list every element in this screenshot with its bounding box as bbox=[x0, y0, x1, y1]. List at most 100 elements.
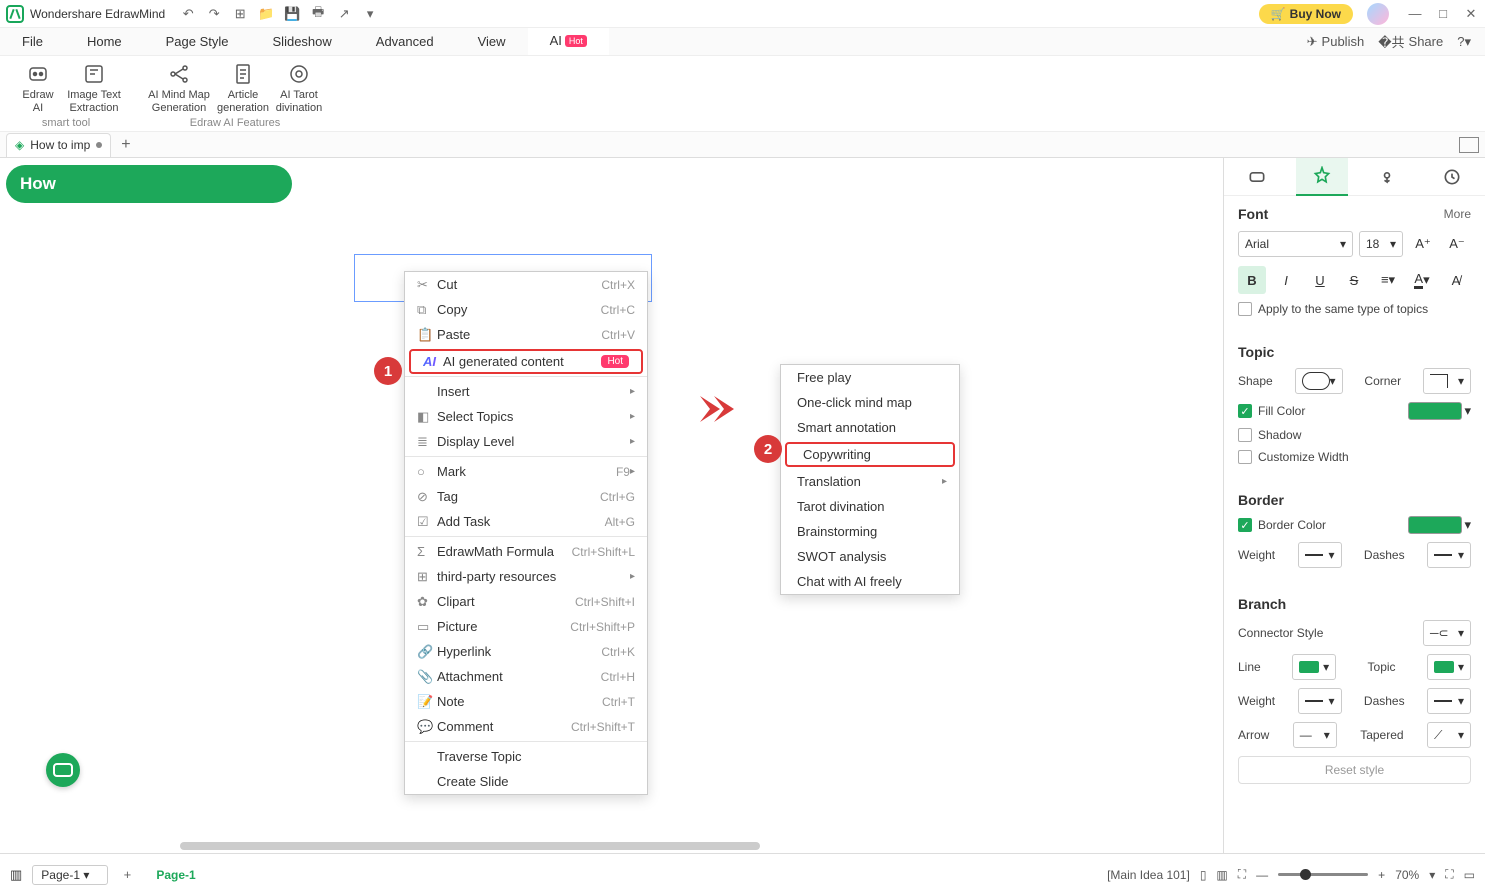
outline-toggle-icon[interactable]: ▥ bbox=[10, 867, 22, 883]
ctx-item[interactable]: ✿ClipartCtrl+Shift+I bbox=[405, 589, 647, 614]
redo-icon[interactable]: ↷ bbox=[205, 5, 223, 23]
undo-icon[interactable]: ↶ bbox=[179, 5, 197, 23]
border-dashes-select[interactable]: ▾ bbox=[1427, 542, 1471, 568]
help-fab-button[interactable] bbox=[46, 753, 80, 787]
menu-file[interactable]: File bbox=[0, 28, 65, 55]
fill-color-dropdown[interactable]: ▾ bbox=[1464, 403, 1471, 419]
canvas[interactable]: How ✂CutCtrl+X⧉CopyCtrl+C📋PasteCtrl+VAIA… bbox=[0, 158, 1223, 853]
open-icon[interactable]: 📁 bbox=[257, 5, 275, 23]
topic-color-select[interactable]: ▾ bbox=[1427, 654, 1471, 680]
ctx-item[interactable]: Create Slide bbox=[405, 769, 647, 794]
document-tab[interactable]: ◈ How to imp bbox=[6, 133, 111, 157]
article-gen-button[interactable]: Article generation bbox=[215, 62, 271, 115]
image-text-extraction-button[interactable]: Image Text Extraction bbox=[66, 62, 122, 115]
bold-button[interactable]: B bbox=[1238, 266, 1266, 294]
ai-submenu-item[interactable]: Tarot divination bbox=[781, 494, 959, 519]
ai-submenu-item[interactable]: One-click mind map bbox=[781, 390, 959, 415]
new-icon[interactable]: ⊞ bbox=[231, 5, 249, 23]
share-button[interactable]: �共Share bbox=[1378, 32, 1443, 51]
publish-button[interactable]: ✈Publish bbox=[1307, 34, 1365, 50]
ctx-item[interactable]: Insert▸ bbox=[405, 379, 647, 404]
menu-home[interactable]: Home bbox=[65, 28, 144, 55]
panel-tab-layout[interactable] bbox=[1231, 158, 1283, 196]
menu-advanced[interactable]: Advanced bbox=[354, 28, 456, 55]
ctx-item[interactable]: ○MarkF9▸ bbox=[405, 459, 647, 484]
ctx-item[interactable]: ⊞third-party resources▸ bbox=[405, 564, 647, 589]
menu-page-style[interactable]: Page Style bbox=[144, 28, 251, 55]
zoom-slider[interactable] bbox=[1278, 873, 1368, 876]
main-topic-node[interactable]: How bbox=[6, 165, 292, 203]
menu-ai[interactable]: AIHot bbox=[528, 28, 609, 55]
panel-tab-more[interactable] bbox=[1426, 158, 1478, 196]
ctx-item[interactable]: 💬CommentCtrl+Shift+T bbox=[405, 714, 647, 739]
minimize-button[interactable]: — bbox=[1407, 6, 1423, 22]
font-increase-button[interactable]: A⁺ bbox=[1409, 230, 1437, 258]
panel-tab-icon[interactable] bbox=[1361, 158, 1413, 196]
ctx-item[interactable]: ΣEdrawMath FormulaCtrl+Shift+L bbox=[405, 539, 647, 564]
connector-style-select[interactable]: ─⊂▾ bbox=[1423, 620, 1471, 646]
close-button[interactable]: ✕ bbox=[1463, 6, 1479, 22]
view-mode-3-icon[interactable]: ⛶ bbox=[1238, 867, 1246, 882]
ai-submenu-item[interactable]: Smart annotation bbox=[781, 415, 959, 440]
font-size-select[interactable]: 18▾ bbox=[1359, 231, 1403, 257]
font-decrease-button[interactable]: A⁻ bbox=[1443, 230, 1471, 258]
print-icon[interactable]: 🖶 bbox=[309, 5, 327, 23]
horizontal-scrollbar[interactable] bbox=[180, 842, 760, 850]
ai-submenu-item[interactable]: Translation▸ bbox=[781, 469, 959, 494]
ai-submenu-item[interactable]: SWOT analysis bbox=[781, 544, 959, 569]
custom-width-checkbox[interactable] bbox=[1238, 450, 1252, 464]
menu-slideshow[interactable]: Slideshow bbox=[251, 28, 354, 55]
fullscreen-icon[interactable]: ▭ bbox=[1464, 868, 1475, 882]
page-dropdown[interactable]: Page-1 ▾ bbox=[32, 865, 108, 885]
tarot-button[interactable]: AI Tarot divination bbox=[271, 62, 327, 115]
add-page-button[interactable]: + bbox=[116, 864, 138, 886]
border-color-dropdown[interactable]: ▾ bbox=[1464, 517, 1471, 533]
save-icon[interactable]: 💾 bbox=[283, 5, 301, 23]
branch-weight-select[interactable]: ▾ bbox=[1298, 688, 1342, 714]
zoom-in-button[interactable]: + bbox=[1378, 868, 1385, 882]
ctx-item[interactable]: 📋PasteCtrl+V bbox=[405, 322, 647, 347]
ctx-item[interactable]: ☑Add TaskAlt+G bbox=[405, 509, 647, 534]
fit-screen-icon[interactable]: ⛶ bbox=[1445, 867, 1453, 882]
border-weight-select[interactable]: ▾ bbox=[1298, 542, 1342, 568]
maximize-button[interactable]: □ bbox=[1435, 6, 1451, 22]
dropdown-icon[interactable]: ▾ bbox=[361, 5, 379, 23]
italic-button[interactable]: I bbox=[1272, 266, 1300, 294]
strike-button[interactable]: S bbox=[1340, 266, 1368, 294]
ctx-item[interactable]: 📎AttachmentCtrl+H bbox=[405, 664, 647, 689]
branch-dashes-select[interactable]: ▾ bbox=[1427, 688, 1471, 714]
buy-now-button[interactable]: 🛒Buy Now bbox=[1259, 4, 1353, 24]
apply-same-checkbox[interactable] bbox=[1238, 302, 1252, 316]
export-icon[interactable]: ↗ bbox=[335, 5, 353, 23]
clear-format-button[interactable]: A̸ bbox=[1442, 266, 1470, 294]
line-color-select[interactable]: ▾ bbox=[1292, 654, 1336, 680]
ctx-item[interactable]: ⊘TagCtrl+G bbox=[405, 484, 647, 509]
ctx-item[interactable]: ▭PictureCtrl+Shift+P bbox=[405, 614, 647, 639]
ctx-item[interactable]: Traverse Topic bbox=[405, 744, 647, 769]
ctx-item[interactable]: AIAI generated contentHot bbox=[409, 349, 643, 374]
ctx-item[interactable]: ⧉CopyCtrl+C bbox=[405, 297, 647, 322]
user-avatar[interactable] bbox=[1367, 3, 1389, 25]
corner-select[interactable]: ▾ bbox=[1423, 368, 1471, 394]
ai-mind-map-button[interactable]: AI Mind Map Generation bbox=[143, 62, 215, 115]
ctx-item[interactable]: ✂CutCtrl+X bbox=[405, 272, 647, 297]
align-button[interactable]: ≡▾ bbox=[1374, 266, 1402, 294]
ctx-item[interactable]: ≣Display Level▸ bbox=[405, 429, 647, 454]
fill-color-checkbox[interactable]: ✓ bbox=[1238, 404, 1252, 418]
underline-button[interactable]: U bbox=[1306, 266, 1334, 294]
font-color-button[interactable]: A▾ bbox=[1408, 266, 1436, 294]
help-dropdown[interactable]: ?▾ bbox=[1457, 34, 1471, 50]
view-mode-2-icon[interactable]: ▥ bbox=[1216, 868, 1227, 882]
page-tab[interactable]: Page-1 bbox=[146, 864, 205, 886]
new-tab-button[interactable]: + bbox=[121, 136, 130, 154]
ctx-item[interactable]: 🔗HyperlinkCtrl+K bbox=[405, 639, 647, 664]
tapered-select[interactable]: ⟋▾ bbox=[1427, 722, 1471, 748]
arrow-select[interactable]: —▾ bbox=[1293, 722, 1337, 748]
ai-submenu-item[interactable]: Brainstorming bbox=[781, 519, 959, 544]
edraw-ai-button[interactable]: Edraw AI bbox=[10, 62, 66, 115]
fill-color-swatch[interactable] bbox=[1408, 402, 1462, 420]
shadow-checkbox[interactable] bbox=[1238, 428, 1252, 442]
ctx-item[interactable]: ◧Select Topics▸ bbox=[405, 404, 647, 429]
font-more-link[interactable]: More bbox=[1444, 207, 1471, 221]
font-family-select[interactable]: Arial▾ bbox=[1238, 231, 1353, 257]
